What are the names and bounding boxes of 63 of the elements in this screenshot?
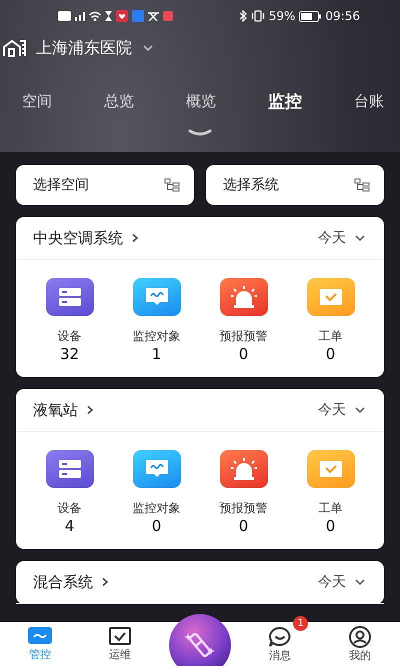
battery-icon [299, 10, 322, 22]
nav-tab[interactable]: 总览 [104, 92, 134, 110]
order-tile-icon[interactable] [306, 278, 354, 316]
clock-time: 09:56 [325, 9, 360, 23]
system-name[interactable]: 中央空调系统 [33, 228, 123, 248]
stat-label: 设备 [58, 328, 82, 345]
stat-label: 工单 [318, 500, 342, 517]
order-tile-icon[interactable] [306, 450, 354, 488]
nav-item[interactable]: 运维 [108, 626, 132, 662]
hourglass-icon [105, 11, 112, 21]
stat-label: 设备 [58, 500, 82, 517]
bluetooth-icon [238, 10, 247, 22]
nav-tab[interactable]: 概览 [186, 92, 216, 110]
alarm-tile-icon[interactable] [220, 278, 268, 316]
nav-tab[interactable]: 空间 [22, 92, 52, 110]
stat-value: 0 [326, 345, 336, 363]
period-dropdown[interactable]: 今天 [318, 401, 346, 419]
monitor-tile-icon[interactable] [132, 278, 180, 316]
signal-icon [75, 12, 85, 20]
nav-item[interactable]: 管控 [28, 626, 52, 662]
chevron-right-icon[interactable] [101, 577, 109, 587]
chevron-right-icon[interactable] [131, 233, 139, 243]
period-dropdown[interactable]: 今天 [318, 229, 346, 247]
stat-value: 4 [64, 517, 74, 535]
stat-label: 工单 [318, 328, 342, 345]
select-button[interactable]: 选择系统 [206, 165, 384, 205]
monitor-tile-icon[interactable] [132, 450, 180, 488]
stat-value: 0 [238, 345, 248, 363]
stat-label: 监控对象 [132, 500, 180, 517]
stat-label: 监控对象 [132, 328, 180, 345]
alarm-tile-icon[interactable] [220, 450, 268, 488]
device-tile-icon[interactable] [46, 450, 94, 488]
stat-value: 32 [60, 345, 80, 363]
tree-icon [164, 178, 180, 192]
stat-value: 1 [152, 345, 162, 363]
stat-value: 0 [326, 517, 336, 535]
battery-percent: 59% [268, 9, 296, 23]
magic-wand-button[interactable] [169, 614, 231, 666]
app-icon [116, 10, 128, 22]
nav-tab[interactable]: 监控 [268, 90, 302, 112]
hospital-name[interactable]: 上海浦东医院 [36, 38, 132, 58]
chevron-down-icon[interactable] [354, 578, 366, 586]
app-icon [163, 11, 173, 21]
tree-icon [354, 178, 370, 192]
stat-label: 预报预警 [220, 328, 268, 345]
system-name[interactable]: 混合系统 [33, 572, 93, 592]
pull-down-icon[interactable] [188, 129, 212, 137]
period-dropdown[interactable]: 今天 [318, 573, 346, 591]
select-button[interactable]: 选择空间 [16, 165, 194, 205]
device-tile-icon[interactable] [46, 278, 94, 316]
wifi-icon [89, 11, 101, 21]
stat-value: 0 [152, 517, 162, 535]
system-name[interactable]: 液氧站 [33, 400, 78, 420]
chevron-down-icon[interactable] [354, 406, 366, 414]
chevron-down-icon[interactable] [354, 234, 366, 242]
chevron-down-icon[interactable] [142, 44, 154, 52]
stat-label: 预报预警 [220, 500, 268, 517]
chevron-right-icon[interactable] [86, 405, 94, 415]
stat-value: 0 [238, 517, 248, 535]
vibrate-icon [250, 10, 265, 22]
app-icon [132, 10, 144, 22]
building-icon [2, 39, 26, 57]
nav-tab[interactable]: 台账 [354, 92, 384, 110]
